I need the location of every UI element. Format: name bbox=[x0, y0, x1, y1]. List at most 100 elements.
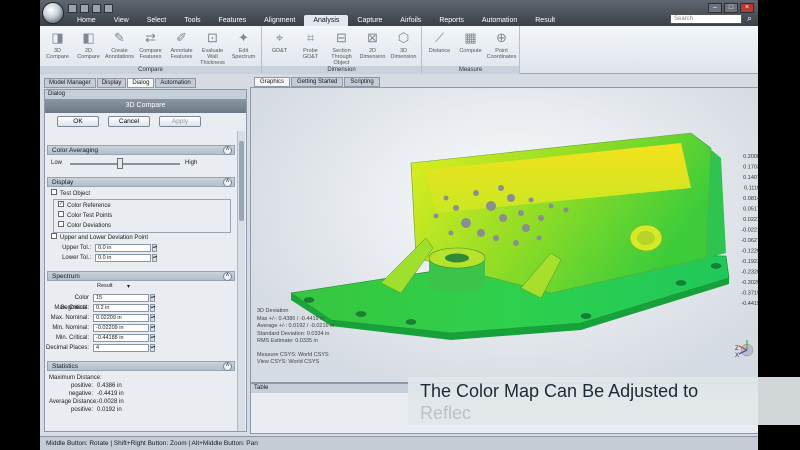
dropdown-icon[interactable] bbox=[104, 4, 113, 13]
averaging-slider-thumb[interactable] bbox=[116, 158, 123, 169]
section-title: Color Averaging bbox=[52, 147, 99, 154]
ribbon-tab-features[interactable]: Features bbox=[210, 15, 256, 26]
tab-display[interactable]: Display bbox=[96, 78, 127, 88]
test-object-checkbox[interactable] bbox=[51, 189, 57, 196]
averaging-slider-track[interactable] bbox=[70, 163, 180, 165]
2d-compare-button[interactable]: ◧ 2D Compare bbox=[73, 28, 104, 66]
section-through-object-button[interactable]: ⊟ Section Through Object bbox=[326, 28, 357, 66]
scrollbar-thumb[interactable] bbox=[239, 141, 244, 221]
max-nominal-spinner[interactable]: ▴▾ bbox=[150, 314, 155, 322]
ribbon-tab-capture[interactable]: Capture bbox=[348, 15, 391, 26]
collapse-icon[interactable]: ˄ bbox=[223, 146, 232, 155]
lower-tol-field[interactable]: 0.0 in bbox=[95, 254, 151, 262]
minimize-icon[interactable]: – bbox=[708, 3, 722, 13]
upper-lower-checkbox[interactable] bbox=[51, 233, 57, 240]
chevron-down-icon[interactable]: ▾ bbox=[127, 282, 130, 292]
collapse-icon[interactable]: ˄ bbox=[223, 178, 232, 187]
decimal-places-field[interactable]: 4 bbox=[93, 344, 149, 352]
cancel-button[interactable]: Cancel bbox=[108, 116, 150, 127]
edit-spectrum-icon: ✦ bbox=[238, 30, 249, 45]
ribbon-tab-airfoils[interactable]: Airfoils bbox=[391, 15, 430, 26]
max-critical-spinner[interactable]: ▴▾ bbox=[150, 304, 155, 312]
tab-scripting[interactable]: Scripting bbox=[344, 77, 380, 87]
statistics-header[interactable]: Statistics ˄ bbox=[47, 361, 235, 371]
test-object-row[interactable]: Test Object bbox=[45, 189, 237, 199]
color-reference-checkbox[interactable]: ✓ bbox=[58, 201, 64, 208]
color-reference-row[interactable]: ✓ Color Reference bbox=[58, 201, 230, 211]
compute-button[interactable]: ▦ Compute bbox=[455, 28, 486, 66]
3d-dimension-button[interactable]: ⬡ 3D Dimension bbox=[388, 28, 419, 66]
title-bar: – □ × Home View Select Tools Features Alignme… bbox=[40, 0, 758, 26]
ribbon-tab-tools[interactable]: Tools bbox=[175, 15, 209, 26]
collapse-icon[interactable]: ˄ bbox=[223, 362, 232, 371]
max-nominal-field[interactable]: 0.02209 in bbox=[93, 314, 149, 322]
apply-button[interactable]: Apply bbox=[159, 116, 201, 127]
ribbon-button-label: Evaluate Wall Thickness bbox=[200, 48, 225, 66]
color-test-points-checkbox[interactable] bbox=[58, 211, 64, 218]
dialog-scrollbar[interactable] bbox=[237, 131, 245, 431]
decimal-places-spinner[interactable]: ▴▾ bbox=[150, 344, 155, 352]
dialog-panel: Dialog 3D Compare OK Cancel Apply Color … bbox=[44, 89, 247, 432]
min-critical-spinner[interactable]: ▴▾ bbox=[150, 334, 155, 342]
spectrum-header[interactable]: Spectrum ˄ bbox=[47, 271, 235, 281]
tab-getting-started[interactable]: Getting Started bbox=[291, 77, 344, 87]
create-annotations-button[interactable]: ✎ Create Annotations bbox=[104, 28, 135, 66]
tab-graphics[interactable]: Graphics bbox=[254, 77, 291, 87]
distance-button[interactable]: ⟋ Distance bbox=[424, 28, 455, 66]
ribbon-button-label: Probe GD&T bbox=[302, 48, 319, 60]
axis-x-label: X bbox=[735, 353, 739, 359]
color-segments-field[interactable]: 15 bbox=[93, 294, 149, 302]
redo-icon[interactable] bbox=[92, 4, 101, 13]
edit-spectrum-button[interactable]: ✦ Edit Spectrum bbox=[228, 28, 259, 66]
ribbon-button-label: 2D Compare bbox=[77, 48, 100, 60]
2d-dimension-button[interactable]: ⊠ 2D Dimension bbox=[357, 28, 388, 66]
application-menu-button[interactable] bbox=[42, 2, 64, 24]
ribbon-tab-automation[interactable]: Automation bbox=[473, 15, 526, 26]
display-header[interactable]: Display ˄ bbox=[47, 177, 235, 187]
3d-compare-button[interactable]: ◨ 3D Compare bbox=[42, 28, 73, 66]
search-icon[interactable]: ⌕ bbox=[744, 13, 755, 24]
ribbon-tab-select[interactable]: Select bbox=[138, 15, 175, 26]
min-nominal-field[interactable]: -0.02209 in bbox=[93, 324, 149, 332]
maximize-icon[interactable]: □ bbox=[724, 3, 738, 13]
evaluate-wall-thickness-button[interactable]: ⊡ Evaluate Wall Thickness bbox=[197, 28, 228, 66]
3d-compare-icon: ◨ bbox=[51, 30, 64, 45]
ribbon-group-label: Compare bbox=[40, 66, 261, 74]
tab-dialog[interactable]: Dialog bbox=[127, 78, 155, 88]
ribbon-tab-alignment[interactable]: Alignment bbox=[255, 15, 304, 26]
graphics-viewport[interactable]: 0.2000 0.1703 0.1407 0.1110 0.0814 0.0517 0.02… bbox=[250, 87, 758, 383]
ribbon-tab-result[interactable]: Result bbox=[526, 15, 564, 26]
annotate-features-button[interactable]: ✐ Annotate Features bbox=[166, 28, 197, 66]
upper-lower-row[interactable]: Upper and Lower Deviation Point bbox=[45, 233, 237, 243]
probe-gd-t-button[interactable]: ⌗ Probe GD&T bbox=[295, 28, 326, 66]
compare-features-button[interactable]: ⇄ Compare Features bbox=[135, 28, 166, 66]
save-icon[interactable] bbox=[68, 4, 77, 13]
color-test-points-row[interactable]: Color Test Points bbox=[58, 211, 230, 221]
min-nominal-spinner[interactable]: ▴▾ bbox=[150, 324, 155, 332]
color-segments-spinner[interactable]: ▴▾ bbox=[150, 294, 155, 302]
ribbon-tab-view[interactable]: View bbox=[105, 15, 138, 26]
collapse-icon[interactable]: ˄ bbox=[223, 272, 232, 281]
point-coordinates-button[interactable]: ⊕ Point Coordinates bbox=[486, 28, 517, 66]
quick-access-toolbar bbox=[68, 4, 113, 14]
deviation-rms: RMS Estimate: 0.0335 in bbox=[257, 338, 318, 344]
color-deviations-checkbox[interactable] bbox=[58, 221, 64, 228]
undo-icon[interactable] bbox=[80, 4, 89, 13]
ribbon-tab-reports[interactable]: Reports bbox=[430, 15, 473, 26]
color-deviations-row[interactable]: Color Deviations bbox=[58, 221, 230, 231]
upper-tol-field[interactable]: 0.0 in bbox=[95, 244, 151, 252]
min-critical-field[interactable]: -0.44188 in bbox=[93, 334, 149, 342]
tab-model-manager[interactable]: Model Manager bbox=[44, 78, 96, 88]
ok-button[interactable]: OK bbox=[57, 116, 99, 127]
close-icon[interactable]: × bbox=[740, 3, 754, 13]
max-critical-field[interactable]: 0.2 in bbox=[93, 304, 149, 312]
color-averaging-header[interactable]: Color Averaging ˄ bbox=[47, 145, 235, 155]
search-input[interactable]: Search bbox=[670, 14, 742, 24]
ribbon-tab-analysis[interactable]: Analysis bbox=[304, 15, 349, 26]
spectrum-mode-select[interactable]: Result bbox=[95, 283, 125, 291]
ribbon-tab-home[interactable]: Home bbox=[68, 15, 105, 26]
upper-tol-spinner[interactable]: ▴▾ bbox=[152, 244, 157, 252]
lower-tol-spinner[interactable]: ▴▾ bbox=[152, 254, 157, 262]
tab-automation[interactable]: Automation bbox=[155, 78, 196, 88]
gd-t-button[interactable]: ⌖ GD&T bbox=[264, 28, 295, 66]
